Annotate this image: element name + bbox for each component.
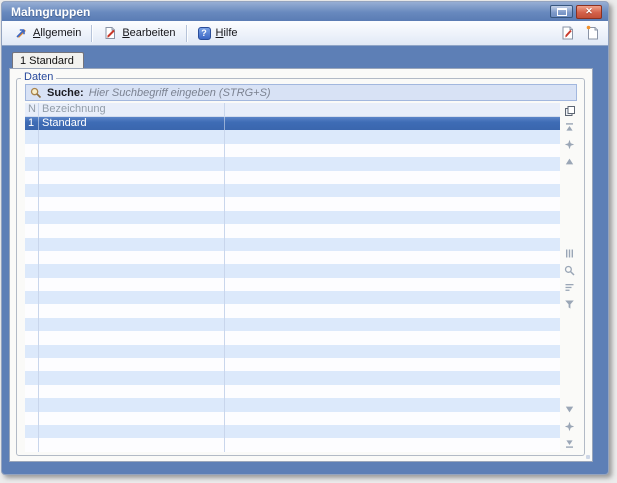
table-row bbox=[25, 224, 560, 237]
table-row bbox=[25, 331, 560, 344]
jump-down-icon[interactable] bbox=[563, 420, 576, 433]
groupbox-label: Daten bbox=[21, 71, 56, 83]
document-new-icon[interactable] bbox=[585, 25, 600, 41]
table-row bbox=[25, 197, 560, 210]
mahngruppen-table: N Bezeichnung 1Standard bbox=[25, 103, 560, 452]
first-record-icon[interactable] bbox=[563, 121, 576, 134]
client-area: 1 Standard Daten Suche: Hier Suchbegriff… bbox=[2, 46, 608, 475]
table-row bbox=[25, 291, 560, 304]
edit-page-icon bbox=[103, 26, 117, 40]
table-row bbox=[25, 264, 560, 277]
search-icon bbox=[30, 87, 42, 99]
table-row bbox=[25, 318, 560, 331]
grid-toolbar-rail bbox=[560, 103, 582, 452]
maximize-icon bbox=[557, 8, 567, 16]
resize-grip[interactable] bbox=[586, 455, 590, 459]
last-record-icon[interactable] bbox=[563, 437, 576, 450]
tab-standard[interactable]: 1 Standard bbox=[12, 52, 84, 69]
table-row bbox=[25, 157, 560, 170]
table-row[interactable]: 1Standard bbox=[25, 117, 560, 130]
table-body: 1Standard bbox=[25, 117, 560, 452]
table-row bbox=[25, 304, 560, 317]
table-row bbox=[25, 238, 560, 251]
close-button[interactable]: ✕ bbox=[576, 5, 602, 19]
menu-allgemein-button[interactable]: Allgemein bbox=[8, 24, 87, 42]
search-placeholder: Hier Suchbegriff eingeben (STRG+S) bbox=[89, 87, 271, 99]
document-edit-icon[interactable] bbox=[560, 25, 575, 41]
search-label: Suche: bbox=[47, 87, 84, 99]
menu-hilfe-button[interactable]: ? Hilfe bbox=[192, 25, 244, 42]
table-header: N Bezeichnung bbox=[25, 103, 560, 117]
table-row bbox=[25, 144, 560, 157]
table-row bbox=[25, 438, 560, 451]
daten-groupbox: Daten Suche: Hier Suchbegriff eingeben (… bbox=[16, 78, 585, 456]
sort-icon[interactable] bbox=[563, 281, 576, 294]
table-row bbox=[25, 278, 560, 291]
help-icon: ? bbox=[198, 27, 211, 40]
table-row bbox=[25, 425, 560, 438]
toolbar: Allgemein Bearbeiten ? Hilfe bbox=[2, 21, 608, 46]
previous-record-icon[interactable] bbox=[563, 155, 576, 168]
window-title: Mahngruppen bbox=[11, 5, 547, 19]
tab-strip: 1 Standard bbox=[9, 46, 593, 68]
zoom-icon[interactable] bbox=[563, 264, 576, 277]
table-row bbox=[25, 211, 560, 224]
toolbar-separator bbox=[91, 25, 93, 42]
maximize-button[interactable] bbox=[550, 5, 573, 18]
close-icon: ✕ bbox=[585, 7, 593, 16]
table-row bbox=[25, 171, 560, 184]
search-input[interactable]: Suche: Hier Suchbegriff eingeben (STRG+S… bbox=[25, 84, 577, 101]
app-window: Mahngruppen ✕ Allgemein Bearbeiten bbox=[1, 1, 609, 475]
table-row bbox=[25, 184, 560, 197]
table-row bbox=[25, 371, 560, 384]
content-panel: Daten Suche: Hier Suchbegriff eingeben (… bbox=[9, 68, 593, 462]
table-row bbox=[25, 130, 560, 143]
table-row bbox=[25, 398, 560, 411]
title-bar: Mahngruppen ✕ bbox=[2, 2, 608, 21]
copy-grid-icon[interactable] bbox=[563, 104, 576, 117]
menu-bearbeiten-button[interactable]: Bearbeiten bbox=[97, 24, 181, 42]
jump-up-icon[interactable] bbox=[563, 138, 576, 151]
table-row bbox=[25, 358, 560, 371]
table-row bbox=[25, 251, 560, 264]
table-row bbox=[25, 412, 560, 425]
column-header-filler bbox=[225, 103, 560, 116]
table-row bbox=[25, 385, 560, 398]
column-header-bezeichnung[interactable]: Bezeichnung bbox=[39, 103, 225, 116]
next-record-icon[interactable] bbox=[563, 403, 576, 416]
arrow-ne-icon bbox=[14, 26, 28, 40]
filter-icon[interactable] bbox=[563, 298, 576, 311]
table-row bbox=[25, 345, 560, 358]
column-header-n[interactable]: N bbox=[25, 103, 39, 116]
toolbar-separator bbox=[186, 25, 188, 42]
columns-icon[interactable] bbox=[563, 247, 576, 260]
